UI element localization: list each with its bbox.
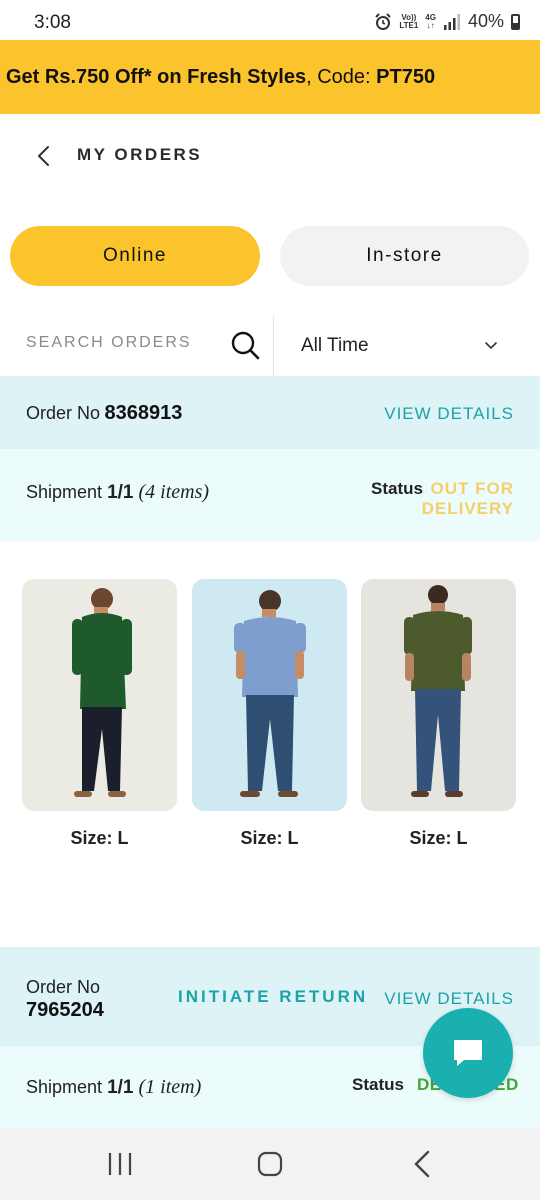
- product-image[interactable]: [192, 579, 347, 811]
- promo-code-label: , Code:: [306, 65, 377, 88]
- battery-icon: [511, 13, 520, 30]
- alarm-icon: [375, 12, 392, 30]
- tab-instore[interactable]: In-store: [280, 226, 529, 286]
- back-icon[interactable]: [402, 1148, 442, 1180]
- tab-instore-label: In-store: [366, 245, 443, 266]
- status-label: Status: [352, 1075, 404, 1094]
- page-header: MY ORDERS: [0, 114, 540, 194]
- shipment-label: Shipment: [26, 1077, 103, 1097]
- order-number: Order No 8368913: [26, 402, 182, 425]
- network-type-indicator: 4G ↓↑: [425, 12, 436, 30]
- chat-button[interactable]: [423, 1008, 513, 1098]
- status-time: 3:08: [34, 12, 71, 33]
- battery-percent: 40%: [467, 11, 504, 31]
- network-type-text: 4G: [425, 12, 436, 22]
- shipment-count: 1/1: [107, 482, 134, 503]
- back-icon[interactable]: [30, 142, 58, 170]
- initiate-return-button[interactable]: INITIATE RETURN: [178, 987, 368, 1007]
- product-size-label: Size: L: [240, 828, 299, 848]
- model-blue-shirt-image: [234, 590, 306, 797]
- shipment-items: (4 items): [138, 481, 210, 503]
- signal-icon: [443, 13, 460, 30]
- home-icon[interactable]: [250, 1148, 290, 1180]
- time-filter-value: All Time: [301, 335, 369, 356]
- promo-offer-text: Get Rs.750 Off* on Fresh Styles: [6, 65, 307, 88]
- product-image[interactable]: [22, 579, 177, 811]
- tab-online-label: Online: [103, 245, 167, 266]
- chevron-down-icon: [485, 342, 497, 350]
- shipment-row: Shipment 1/1 (4 items) Status OUT FOR DE…: [0, 449, 540, 541]
- search-icon[interactable]: [230, 330, 260, 360]
- model-green-shirt-image: [72, 588, 132, 797]
- system-navigation-bar: [0, 1128, 540, 1200]
- status-badge: OUT FOR DELIVERY: [421, 479, 514, 518]
- shipment-label: Shipment: [26, 482, 103, 502]
- view-details-link[interactable]: VIEW DETAILS: [384, 989, 514, 1009]
- promo-banner[interactable]: Get Rs.750 Off* on Fresh Styles , Code: …: [0, 40, 540, 114]
- product-size-label: Size: L: [409, 828, 468, 848]
- network-volte-indicator: Vo)) LTE1: [399, 13, 419, 30]
- model-olive-shirt-image: [404, 585, 472, 797]
- order-no-value: 8368913: [104, 402, 183, 424]
- tab-online[interactable]: Online: [10, 226, 260, 286]
- promo-code: PT750: [376, 65, 436, 88]
- system-status-bar: 3:08 Vo)) LTE1 4G ↓↑ 40%: [0, 0, 540, 40]
- product-image[interactable]: [361, 579, 516, 811]
- order-no-label: Order No: [26, 977, 101, 997]
- order-header: Order No 8368913 VIEW DETAILS: [0, 376, 540, 449]
- shipment-info: Shipment 1/1 (1 item): [26, 1076, 201, 1099]
- search-filter-row: All Time: [0, 316, 540, 376]
- order-no-label: Order No: [26, 403, 101, 423]
- page-title: MY ORDERS: [77, 145, 203, 164]
- time-filter-dropdown[interactable]: All Time: [274, 316, 540, 376]
- shipment-info: Shipment 1/1 (4 items): [26, 481, 209, 504]
- recent-apps-icon[interactable]: [100, 1148, 140, 1180]
- status-icons: Vo)) LTE1 4G ↓↑ 40%: [374, 11, 520, 32]
- product-size-label: Size: L: [70, 828, 129, 848]
- search-orders-input[interactable]: [26, 334, 216, 352]
- order-no-value: 7965204: [26, 999, 104, 1021]
- chat-bubble-icon: [454, 1040, 482, 1066]
- lte-text: LTE1: [399, 20, 419, 30]
- view-details-link[interactable]: VIEW DETAILS: [384, 404, 514, 424]
- shipment-items: (1 item): [138, 1076, 202, 1098]
- shipment-count: 1/1: [107, 1077, 134, 1098]
